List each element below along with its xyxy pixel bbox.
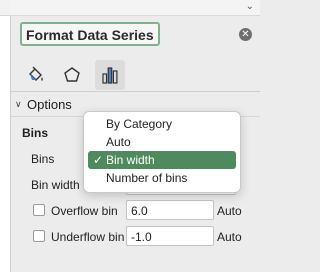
format-pane: ⌄ Format Data Series ✕ ∨ Options Bins Bi…	[11, 0, 260, 272]
pane-tabs	[17, 60, 257, 90]
pentagon-icon	[64, 67, 80, 82]
bins-dropdown-menu: By Category Auto ✓ Bin width Number of b…	[83, 111, 241, 193]
chevron-down-icon: ∨	[15, 98, 22, 109]
tab-effects[interactable]	[57, 60, 87, 90]
menu-item-by-category[interactable]: By Category	[88, 115, 236, 133]
pane-title: Format Data Series	[26, 27, 154, 43]
worksheet-header-edge	[0, 0, 11, 16]
options-section-toggle[interactable]: ∨ Options	[15, 96, 72, 112]
overflow-bin-label: Overflow bin	[51, 204, 118, 218]
menu-item-label: By Category	[106, 117, 173, 131]
tabs-divider	[11, 91, 260, 92]
checkmark-icon: ✓	[93, 153, 104, 167]
menu-item-label: Number of bins	[106, 171, 188, 185]
chevron-down-icon[interactable]: ⌄	[246, 1, 254, 12]
bins-label: Bins	[31, 152, 55, 166]
pane-top-strip: ⌄	[11, 0, 260, 16]
options-section-label: Options	[27, 96, 72, 112]
underflow-auto-label: Auto	[217, 230, 242, 244]
overflow-auto-label: Auto	[217, 204, 242, 218]
bar-chart-icon	[102, 67, 118, 84]
underflow-bin-checkbox[interactable]	[33, 230, 45, 242]
tab-fill-line[interactable]	[21, 60, 51, 90]
menu-item-number-of-bins[interactable]: Number of bins	[88, 169, 236, 187]
paint-bucket-icon	[29, 66, 43, 81]
overflow-bin-field[interactable]: 6.0	[126, 200, 214, 220]
menu-item-label: Bin width	[106, 153, 155, 167]
tab-series-options[interactable]	[95, 60, 125, 90]
pane-title-box: Format Data Series	[20, 22, 160, 46]
bin-width-label: Bin width	[31, 178, 80, 192]
menu-item-auto[interactable]: Auto	[88, 133, 236, 151]
worksheet-edge	[0, 0, 11, 272]
underflow-bin-field[interactable]: -1.0	[126, 226, 214, 246]
close-icon[interactable]: ✕	[239, 28, 252, 41]
bins-group-title: Bins	[22, 126, 49, 140]
overflow-bin-checkbox[interactable]	[33, 204, 45, 216]
menu-item-label: Auto	[106, 135, 131, 149]
underflow-bin-label: Underflow bin	[51, 230, 125, 244]
menu-item-bin-width[interactable]: ✓ Bin width	[88, 151, 236, 169]
